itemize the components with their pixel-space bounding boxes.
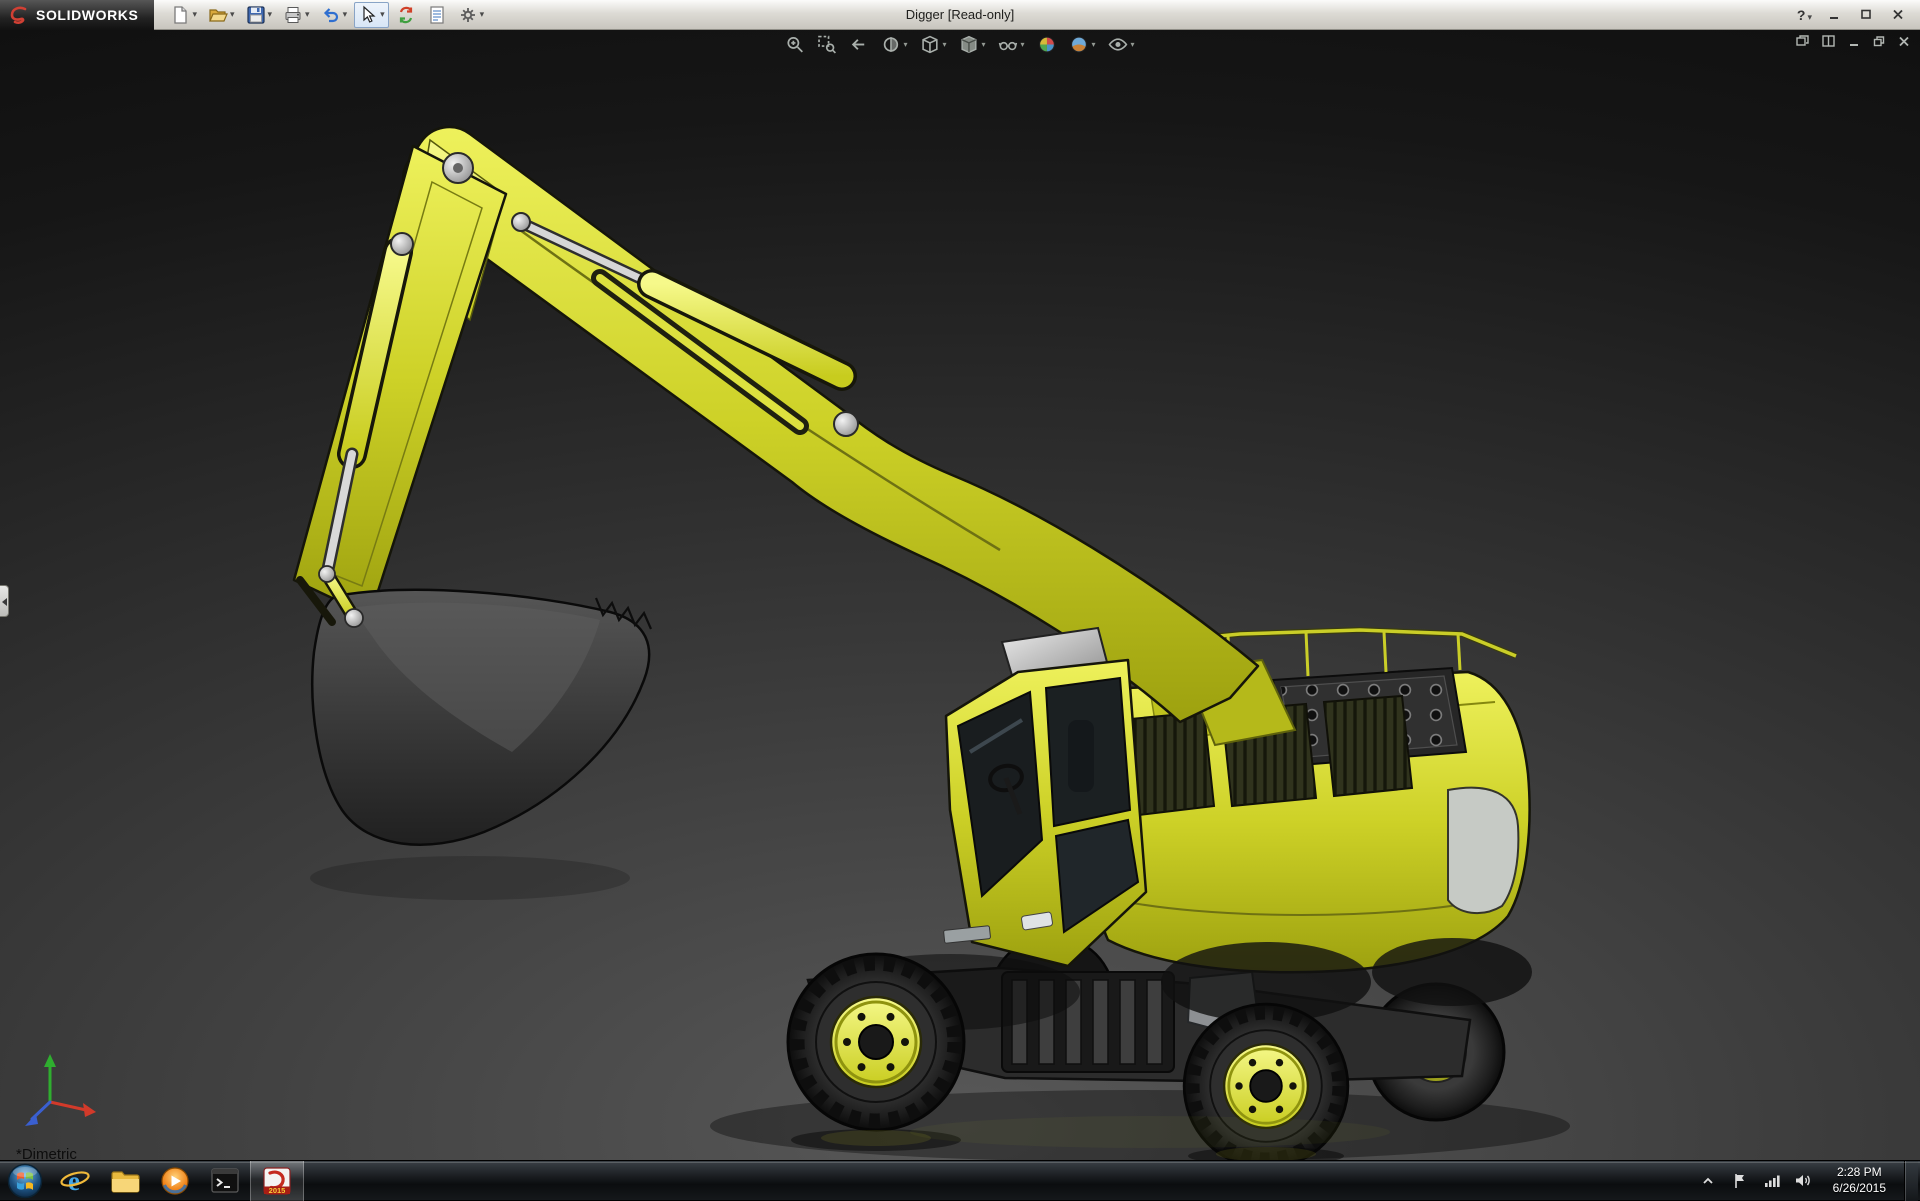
zoom-to-fit-icon: [785, 35, 804, 54]
section-view-button[interactable]: [878, 33, 910, 56]
cab[interactable]: [943, 628, 1146, 966]
doc-split-window-button[interactable]: [1822, 35, 1835, 47]
clock-date: 6/26/2015: [1833, 1181, 1886, 1197]
apply-scene-button[interactable]: [1067, 33, 1099, 56]
show-desktop-button[interactable]: [1904, 1161, 1918, 1201]
select-tool-button[interactable]: [354, 2, 389, 28]
network-icon[interactable]: [1761, 1161, 1783, 1201]
system-tray: 2:28 PM 6/26/2015: [1697, 1161, 1920, 1201]
close-icon: [1892, 9, 1904, 20]
excavator-model[interactable]: [0, 30, 1920, 1160]
taskbar-clock[interactable]: 2:28 PM 6/26/2015: [1825, 1165, 1894, 1196]
previous-view-button[interactable]: [846, 33, 871, 56]
start-button[interactable]: [0, 1161, 50, 1201]
svg-text:e: e: [68, 1166, 80, 1196]
doc-close-icon: [1898, 36, 1910, 47]
heads-up-view-toolbar: [782, 31, 1137, 58]
doc-new-window-button[interactable]: [1796, 35, 1809, 47]
select-cursor-icon: [358, 5, 378, 25]
view-settings-button[interactable]: [1106, 33, 1138, 56]
previous-view-icon: [849, 35, 868, 54]
media-player-icon: [160, 1166, 190, 1196]
dassault-3ds-logo-icon: [8, 4, 30, 26]
logo-text: SOLIDWORKS: [36, 7, 138, 23]
solidworks-logo: SOLIDWORKS: [0, 0, 154, 30]
document-window-controls: [1796, 35, 1910, 47]
rebuild-icon: [396, 5, 416, 25]
window-controls: ?: [1797, 5, 1920, 25]
taskbar-item-solidworks[interactable]: 2015: [250, 1161, 304, 1201]
taskbar: e: [0, 1160, 1920, 1200]
minimize-button[interactable]: [1824, 5, 1844, 25]
section-view-icon: [881, 35, 900, 54]
doc-minimize-icon: [1848, 36, 1860, 47]
minimize-icon: [1828, 9, 1840, 20]
open-button[interactable]: [204, 2, 239, 28]
save-button[interactable]: [242, 2, 277, 28]
network-bars-icon: [1764, 1174, 1780, 1188]
action-center-icon[interactable]: [1729, 1161, 1751, 1201]
options-gear-icon: [458, 5, 478, 25]
app-titlebar: SOLIDWORKS: [0, 0, 1920, 30]
view-orientation-cube-icon: [920, 35, 939, 54]
doc-close-button[interactable]: [1898, 36, 1910, 47]
apply-scene-ball-icon: [1070, 35, 1089, 54]
save-icon: [246, 5, 266, 25]
orientation-triad: [25, 1054, 96, 1126]
graphics-area[interactable]: *Dimetric: [0, 30, 1920, 1160]
zoom-to-fit-button[interactable]: [782, 33, 807, 56]
taskbar-item-windows-explorer[interactable]: [100, 1161, 150, 1201]
file-properties-icon: [427, 5, 447, 25]
edit-appearance-button[interactable]: [1035, 33, 1060, 56]
maximize-button[interactable]: [1856, 5, 1876, 25]
new-button[interactable]: [166, 2, 201, 28]
undo-button[interactable]: [317, 2, 352, 28]
close-button[interactable]: [1888, 5, 1908, 25]
glasses-icon: [999, 35, 1018, 54]
clock-time: 2:28 PM: [1833, 1165, 1886, 1181]
bucket[interactable]: [300, 566, 651, 845]
new-document-icon: [170, 5, 190, 25]
open-folder-icon: [208, 5, 228, 25]
taskbar-item-command-prompt[interactable]: [200, 1161, 250, 1201]
taskbar-item-media-player[interactable]: [150, 1161, 200, 1201]
doc-restore-icon: [1873, 36, 1885, 47]
maximize-icon: [1860, 9, 1872, 20]
speaker-icon: [1795, 1173, 1812, 1188]
chevron-up-icon: [1701, 1176, 1715, 1186]
split-window-icon: [1822, 35, 1835, 47]
main-toolbar: [166, 2, 488, 28]
flag-icon: [1732, 1173, 1748, 1189]
doc-restore-button[interactable]: [1873, 36, 1885, 47]
windows-start-orb-icon: [7, 1163, 43, 1199]
taskbar-item-internet-explorer[interactable]: e: [50, 1161, 100, 1201]
doc-minimize-button[interactable]: [1848, 36, 1860, 47]
options-button[interactable]: [454, 2, 489, 28]
internet-explorer-icon: e: [59, 1166, 91, 1196]
zoom-to-area-button[interactable]: [814, 33, 839, 56]
front-left-wheel: [788, 954, 964, 1130]
view-orientation-button[interactable]: [917, 33, 949, 56]
folder-icon: [110, 1167, 141, 1195]
featuremanager-collapsed-tab[interactable]: [0, 585, 9, 617]
edit-appearance-ball-icon: [1038, 35, 1057, 54]
help-button[interactable]: ?: [1797, 7, 1812, 23]
solidworks-app-icon: 2015: [262, 1166, 292, 1196]
view-settings-eye-icon: [1109, 35, 1128, 54]
new-window-icon: [1796, 35, 1809, 47]
zoom-to-area-icon: [817, 35, 836, 54]
display-style-icon: [959, 35, 978, 54]
volume-icon[interactable]: [1793, 1161, 1815, 1201]
command-prompt-icon: [210, 1166, 240, 1195]
print-icon: [283, 5, 303, 25]
rebuild-button[interactable]: [392, 2, 420, 28]
view-orientation-label: *Dimetric: [16, 1146, 77, 1160]
display-style-button[interactable]: [956, 33, 988, 56]
hidden-icons-button[interactable]: [1697, 1161, 1719, 1201]
hide-show-items-button[interactable]: [996, 33, 1028, 56]
undo-icon: [321, 5, 341, 25]
file-properties-button[interactable]: [423, 2, 451, 28]
print-button[interactable]: [279, 2, 314, 28]
svg-text:2015: 2015: [269, 1186, 286, 1195]
